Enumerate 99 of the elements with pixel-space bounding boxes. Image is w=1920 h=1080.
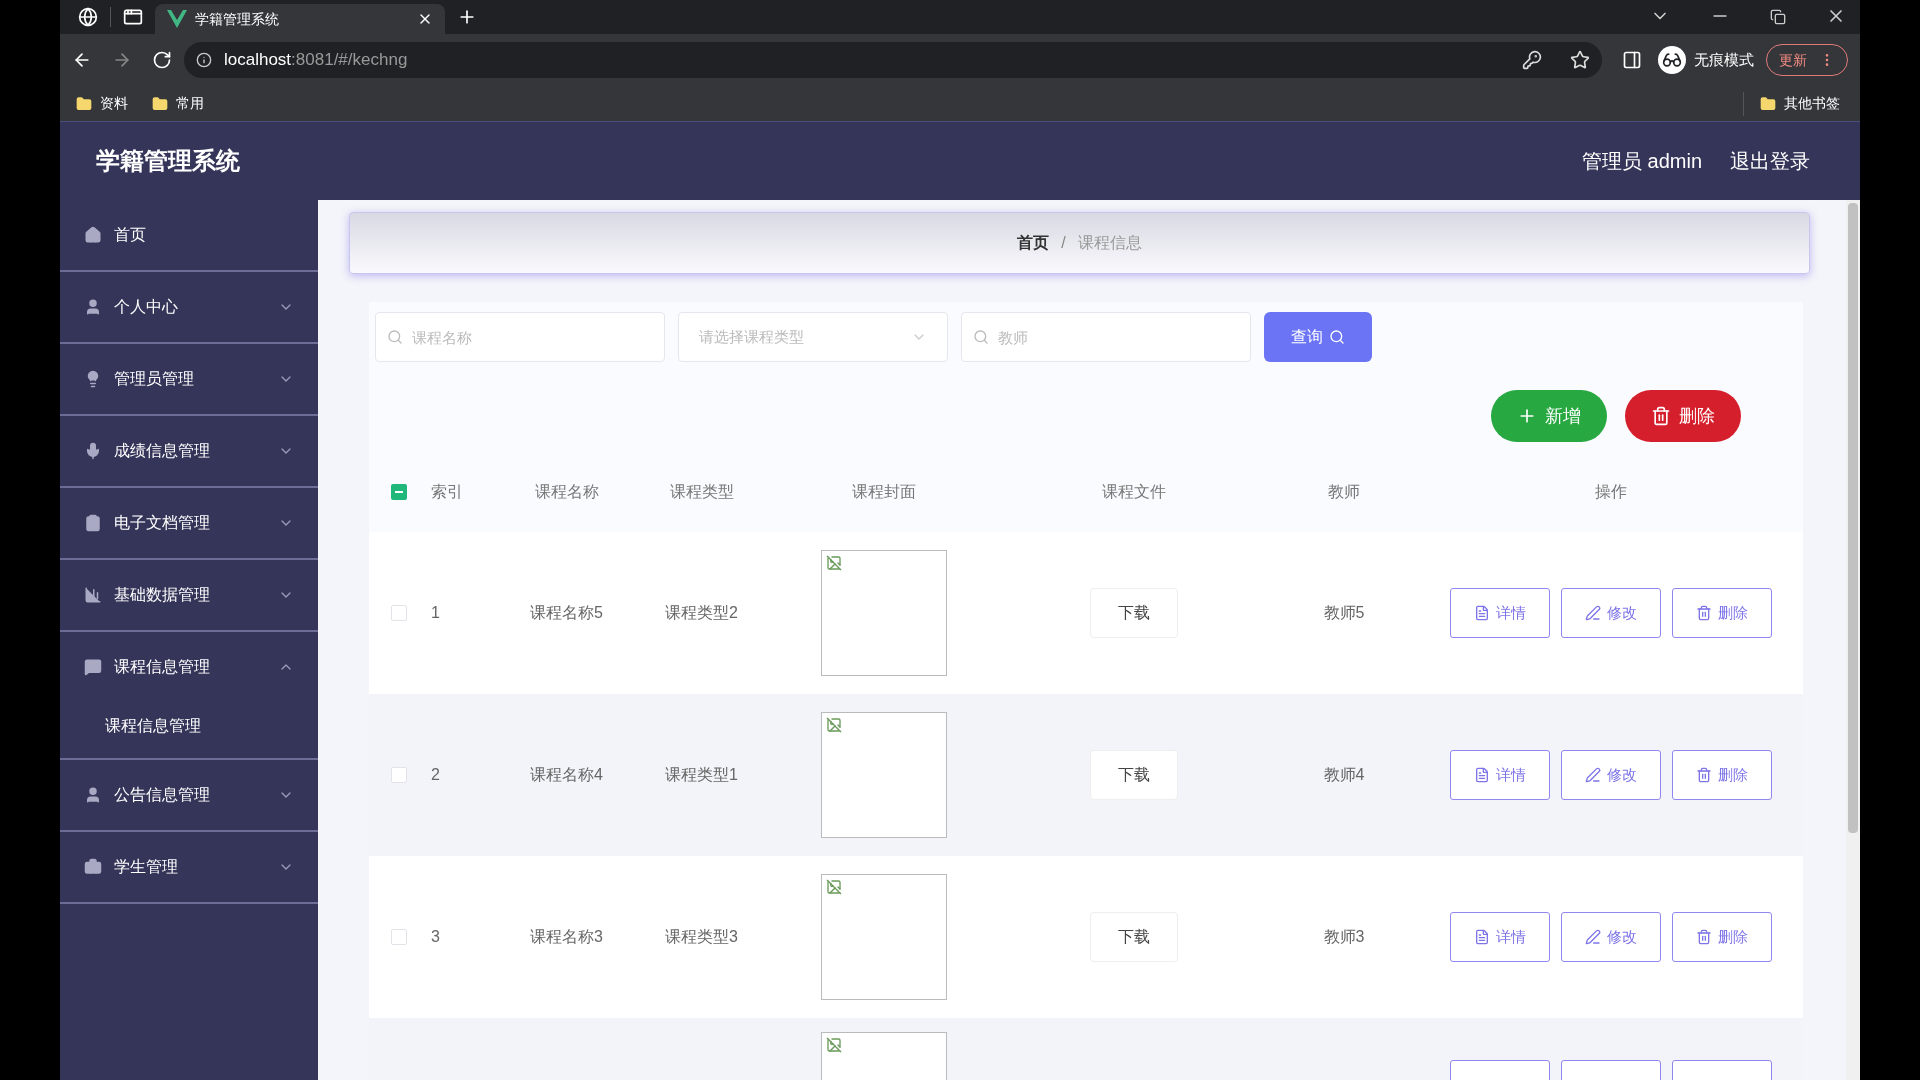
row-checkbox[interactable] bbox=[391, 767, 407, 783]
side-panel-icon[interactable] bbox=[1622, 50, 1642, 70]
scrollbar[interactable] bbox=[1846, 200, 1860, 1080]
delete-button[interactable]: 删除 bbox=[1672, 750, 1772, 800]
column-header: 操作 bbox=[1594, 482, 1628, 502]
broken-image-icon bbox=[826, 717, 842, 733]
table-cell-text: 教师5 bbox=[1322, 603, 1366, 623]
tab-title: 学籍管理系统 bbox=[195, 9, 280, 29]
logout-link[interactable]: 退出登录 bbox=[1730, 146, 1810, 176]
table-cell-text: 2 bbox=[430, 765, 441, 785]
key-icon[interactable] bbox=[1522, 50, 1542, 70]
search-icon bbox=[973, 329, 989, 345]
select-all-checkbox[interactable] bbox=[391, 484, 407, 500]
app-title: 学籍管理系统 bbox=[96, 146, 240, 176]
sidebar-item[interactable]: 学生管理 bbox=[60, 832, 318, 902]
column-header: 课程名称 bbox=[533, 482, 600, 502]
edit-button[interactable]: 修改 bbox=[1561, 588, 1661, 638]
query-button[interactable]: 查询 bbox=[1264, 312, 1372, 362]
user-label: 管理员 admin bbox=[1581, 149, 1702, 174]
breadcrumb-item[interactable]: 首页 bbox=[1017, 231, 1050, 255]
folder-icon bbox=[76, 95, 92, 112]
column-header: 课程文件 bbox=[1101, 482, 1167, 502]
bookmark[interactable]: 常用 bbox=[152, 93, 204, 114]
star-icon[interactable] bbox=[1570, 50, 1590, 70]
teacher-field[interactable]: 教师 bbox=[961, 312, 1251, 362]
download-button[interactable]: 下载 bbox=[1090, 912, 1178, 962]
column-header: 课程封面 bbox=[851, 482, 917, 502]
table-cell-text: 课程类型1 bbox=[664, 765, 739, 785]
search-icon bbox=[387, 329, 403, 345]
bookmark[interactable]: 资料 bbox=[76, 93, 128, 114]
scrollbar-thumb[interactable] bbox=[1848, 203, 1858, 833]
url-text: localhost:8081/#/kechng bbox=[224, 49, 408, 72]
row-checkbox[interactable] bbox=[391, 605, 407, 621]
edit-button[interactable]: 修改 bbox=[1561, 750, 1661, 800]
course-name-field[interactable]: 课程名称 bbox=[375, 312, 665, 362]
sidebar-item[interactable]: 电子文档管理 bbox=[60, 488, 318, 558]
document-icon bbox=[1474, 929, 1490, 945]
broken-image-icon bbox=[826, 879, 842, 895]
table-cell-text: 课程类型3 bbox=[664, 927, 739, 947]
info-icon bbox=[196, 52, 212, 68]
home-icon bbox=[84, 226, 102, 244]
sidebar-item[interactable]: 管理员管理 bbox=[60, 344, 318, 414]
search-icon bbox=[1329, 329, 1345, 345]
address-bar[interactable]: localhost:8081/#/kechng bbox=[184, 42, 1602, 78]
details-button[interactable]: 详情 bbox=[1450, 588, 1550, 638]
trash-icon bbox=[1696, 767, 1712, 783]
row-checkbox[interactable] bbox=[391, 929, 407, 945]
pencil-icon bbox=[1585, 929, 1601, 945]
trash-icon bbox=[1651, 406, 1671, 426]
reload-icon[interactable] bbox=[152, 50, 172, 70]
v-logo-icon bbox=[167, 10, 187, 28]
table-cell-text: 教师4 bbox=[1322, 765, 1366, 785]
broken-image-icon bbox=[826, 555, 842, 571]
globe-icon[interactable] bbox=[78, 7, 98, 27]
pencil-icon bbox=[1585, 767, 1601, 783]
user-icon bbox=[84, 786, 102, 804]
broken-image-icon bbox=[826, 1037, 842, 1053]
incognito-icon bbox=[1658, 46, 1686, 74]
restore-icon[interactable] bbox=[1770, 9, 1786, 25]
column-header: 教师 bbox=[1327, 482, 1361, 502]
breadcrumb-item: 课程信息 bbox=[1077, 233, 1142, 253]
download-button[interactable]: 下载 bbox=[1090, 588, 1178, 638]
sidebar-item[interactable]: 基础数据管理 bbox=[60, 560, 318, 630]
table-cell-text: 1 bbox=[430, 603, 441, 623]
table-cell-text: 3 bbox=[430, 927, 441, 947]
document-icon bbox=[1474, 605, 1490, 621]
breadcrumb-separator: / bbox=[1061, 233, 1066, 253]
bookmark[interactable]: 其他书签 bbox=[1760, 93, 1840, 114]
column-header: 索引 bbox=[430, 482, 464, 502]
microphone-icon bbox=[84, 442, 102, 460]
table-cell-text: 课程名称4 bbox=[529, 765, 604, 785]
column-header: 课程类型 bbox=[668, 482, 735, 502]
table-cell-text: 教师3 bbox=[1322, 927, 1366, 947]
sidebar-item[interactable]: 公告信息管理 bbox=[60, 760, 318, 830]
sidebar-item[interactable]: 成绩信息管理 bbox=[60, 416, 318, 486]
folder-icon bbox=[1760, 95, 1776, 112]
delete-button[interactable]: 删除 bbox=[1625, 390, 1741, 442]
edit-button[interactable]: 修改 bbox=[1561, 912, 1661, 962]
trash-icon bbox=[1696, 929, 1712, 945]
trash-icon bbox=[1696, 605, 1712, 621]
details-button[interactable]: 详情 bbox=[1450, 912, 1550, 962]
download-button[interactable]: 下载 bbox=[1090, 750, 1178, 800]
user-icon bbox=[84, 298, 102, 316]
incognito-badge[interactable]: 无痕模式 bbox=[1658, 46, 1754, 74]
table-cell-text: 课程类型2 bbox=[664, 603, 739, 623]
delete-button[interactable]: 删除 bbox=[1672, 912, 1772, 962]
folder-icon bbox=[152, 95, 168, 112]
details-button[interactable]: 详情 bbox=[1450, 750, 1550, 800]
table-cell-text: 课程名称5 bbox=[529, 603, 604, 623]
table-cell-text: 课程名称3 bbox=[529, 927, 604, 947]
briefcase-icon bbox=[84, 858, 102, 876]
sidebar-item[interactable]: 个人中心 bbox=[60, 272, 318, 342]
sidebar-item[interactable]: 首页 bbox=[60, 200, 318, 270]
browser-tab[interactable]: 学籍管理系统 bbox=[155, 4, 445, 34]
pencil-icon bbox=[1585, 605, 1601, 621]
document-icon bbox=[1474, 767, 1490, 783]
chat-icon bbox=[84, 658, 102, 676]
window-icon[interactable] bbox=[123, 7, 143, 27]
delete-button[interactable]: 删除 bbox=[1672, 588, 1772, 638]
